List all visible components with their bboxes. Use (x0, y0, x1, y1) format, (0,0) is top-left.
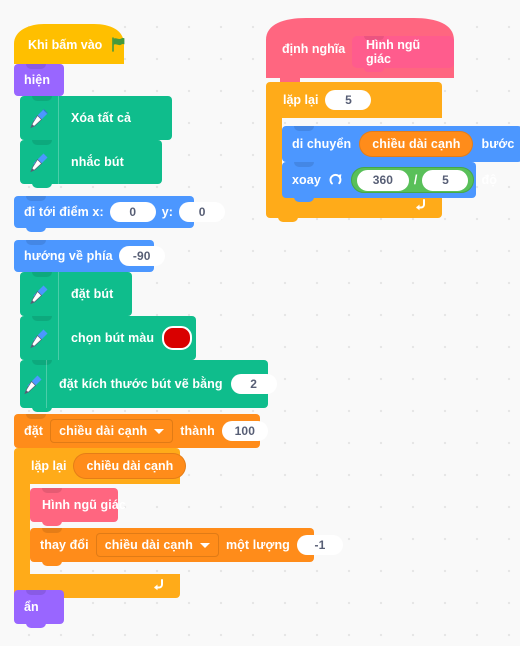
notch (26, 64, 46, 69)
notch (364, 68, 384, 72)
block-pen-down[interactable]: đặt bút (20, 272, 132, 320)
variable-reporter[interactable]: chiều dài cạnh (73, 453, 187, 479)
block-label: Xóa tất cả (71, 111, 132, 125)
y-input[interactable]: 0 (179, 202, 226, 222)
notch (364, 36, 384, 40)
notch (42, 521, 62, 526)
variable-value-input[interactable]: 100 (221, 421, 268, 441)
block-turn-right[interactable]: xoay 360 / 5 độ (282, 162, 497, 202)
block-call-procedure[interactable]: Hình ngũ giác (30, 488, 126, 526)
pen-size-input[interactable]: 2 (230, 374, 277, 394)
notch (26, 623, 46, 628)
block-label-y: y: (161, 205, 174, 219)
pen-icon (20, 140, 59, 184)
notch (26, 240, 46, 245)
repeat-times-input[interactable]: 5 (325, 90, 372, 110)
notch (26, 196, 46, 201)
notch (42, 528, 62, 533)
chevron-down-icon (199, 542, 210, 548)
block-show[interactable]: hiện (14, 64, 64, 100)
notch (42, 488, 62, 493)
pen-icon (20, 360, 47, 408)
pen-icon (20, 272, 59, 316)
block-erase-all[interactable]: Xóa tất cả (20, 96, 172, 144)
variable-dropdown[interactable]: chiều dài cạnh (50, 419, 174, 443)
variable-dropdown[interactable]: chiều dài cạnh (95, 533, 219, 557)
division-operator[interactable]: 360 / 5 (350, 167, 475, 193)
block-label-change: thay đổi (40, 538, 89, 552)
notch (294, 162, 314, 167)
pen-icon (20, 96, 59, 140)
variable-name: chiều dài cạnh (59, 424, 148, 438)
repeat-header[interactable]: lặp lại chiều dài cạnh (14, 448, 187, 484)
notch (26, 414, 46, 419)
direction-input[interactable]: -90 (118, 246, 165, 266)
block-pen-up[interactable]: nhắc bút (20, 140, 162, 188)
block-label-by: một lượng (225, 538, 290, 552)
block-label-steps: bước (481, 137, 515, 151)
block-label-set: đặt (24, 424, 44, 438)
green-flag-icon (110, 36, 127, 53)
block-label: Khi bấm vào (28, 38, 103, 52)
block-set-pen-color[interactable]: chọn bút màu (20, 316, 196, 364)
block-label: lặp lại (31, 459, 67, 473)
block-label: ẩn (24, 600, 39, 614)
procedure-name: Hình ngũ giác (366, 38, 421, 66)
operand-a-input[interactable]: 360 (356, 169, 409, 191)
procedure-call-label: Hình ngũ giác (42, 498, 126, 512)
operand-b-input[interactable]: 5 (422, 169, 469, 191)
repeat-header[interactable]: lặp lại 5 (266, 82, 442, 118)
block-hide[interactable]: ẩn (14, 590, 64, 628)
block-label-turn: xoay (292, 173, 321, 187)
block-label: lặp lại (283, 93, 319, 107)
change-amount-input[interactable]: -1 (296, 535, 343, 555)
block-label-x: đi tới điểm x: (24, 205, 104, 219)
block-label: nhắc bút (71, 155, 124, 169)
block-label-to: thành (180, 424, 215, 438)
x-input[interactable]: 0 (109, 202, 156, 222)
variable-name: chiều dài cạnh (104, 538, 193, 552)
block-label: chọn bút màu (71, 331, 155, 345)
notch (42, 561, 62, 566)
block-label-move: di chuyển (292, 137, 352, 151)
block-label: hướng về phía (24, 249, 113, 263)
block-label-degrees: độ (481, 173, 497, 187)
blocks-workspace[interactable]: Khi bấm vào hiện Xóa tất cả nhắc bút đi … (0, 0, 520, 646)
c-block-arm (14, 484, 30, 574)
block-label: đặt bút (71, 287, 114, 301)
operator-symbol: / (413, 173, 418, 187)
define-label: định nghĩa (282, 42, 346, 56)
notch (278, 217, 298, 222)
block-when-flag-clicked[interactable]: Khi bấm vào (14, 24, 127, 68)
notch (294, 197, 314, 202)
c-block-arm (266, 118, 282, 194)
variable-reporter[interactable]: chiều dài cạnh (359, 131, 474, 157)
block-repeat-variable[interactable]: lặp lại chiều dài cạnh (14, 448, 187, 602)
block-label: hiện (24, 73, 51, 87)
block-set-variable[interactable]: đặt chiều dài cạnh thành 100 (14, 414, 268, 452)
pen-color-swatch[interactable] (162, 326, 193, 350)
block-define-procedure[interactable]: định nghĩa Hình ngũ giác (266, 18, 454, 82)
block-point-direction[interactable]: hướng về phía -90 (14, 240, 165, 276)
block-change-variable[interactable]: thay đổi chiều dài cạnh một lượng -1 (30, 528, 343, 566)
notch (26, 590, 46, 595)
block-label: đặt kích thước bút vẽ bằng (59, 377, 223, 391)
block-move-steps[interactable]: di chuyển chiều dài cạnh bước (282, 126, 520, 166)
chevron-down-icon (154, 428, 165, 434)
loop-arrow-icon (413, 196, 428, 216)
notch (26, 227, 46, 232)
block-goto-xy[interactable]: đi tới điểm x: 0 y: 0 (14, 196, 226, 232)
procedure-prototype[interactable]: Hình ngũ giác (352, 36, 454, 72)
block-set-pen-size[interactable]: đặt kích thước bút vẽ bằng 2 (20, 360, 277, 412)
notch (294, 126, 314, 131)
loop-arrow-icon (151, 576, 166, 596)
pen-icon (20, 316, 59, 360)
turn-clockwise-icon (328, 172, 344, 188)
